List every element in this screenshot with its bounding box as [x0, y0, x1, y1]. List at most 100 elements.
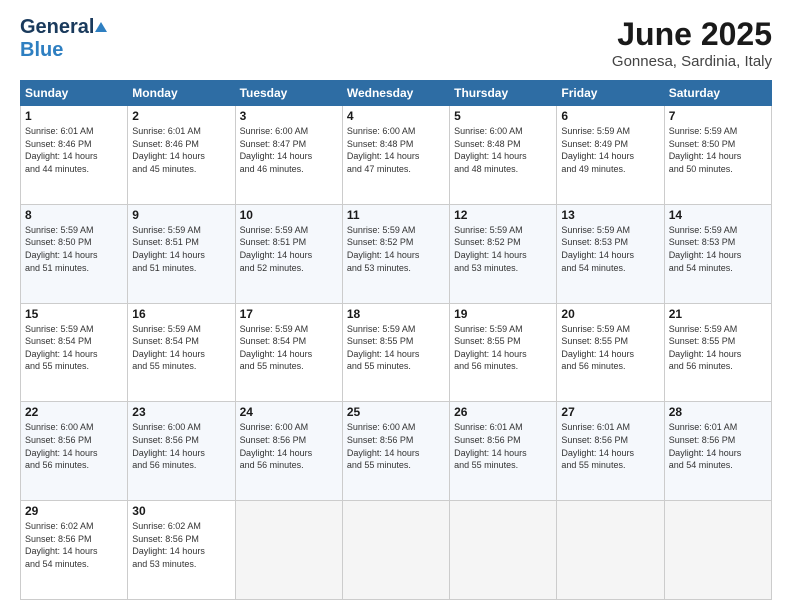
day-info: Sunrise: 6:02 AM Sunset: 8:56 PM Dayligh… [25, 520, 123, 570]
day-number: 11 [347, 208, 445, 222]
day-info: Sunrise: 6:01 AM Sunset: 8:56 PM Dayligh… [669, 421, 767, 471]
calendar-cell: 9 Sunrise: 5:59 AM Sunset: 8:51 PM Daylig… [128, 204, 235, 303]
calendar-cell: 5 Sunrise: 6:00 AM Sunset: 8:48 PM Daylig… [450, 106, 557, 205]
calendar-cell: 19 Sunrise: 5:59 AM Sunset: 8:55 PM Dayli… [450, 303, 557, 402]
day-number: 19 [454, 307, 552, 321]
calendar-table: SundayMondayTuesdayWednesdayThursdayFrid… [20, 80, 772, 600]
day-number: 27 [561, 405, 659, 419]
calendar-week-row: 22 Sunrise: 6:00 AM Sunset: 8:56 PM Dayli… [21, 402, 772, 501]
day-info: Sunrise: 5:59 AM Sunset: 8:54 PM Dayligh… [240, 323, 338, 373]
day-number: 1 [25, 109, 123, 123]
calendar-header-thursday: Thursday [450, 81, 557, 106]
day-number: 30 [132, 504, 230, 518]
day-info: Sunrise: 5:59 AM Sunset: 8:50 PM Dayligh… [669, 125, 767, 175]
day-info: Sunrise: 6:01 AM Sunset: 8:46 PM Dayligh… [132, 125, 230, 175]
calendar-cell: 23 Sunrise: 6:00 AM Sunset: 8:56 PM Dayli… [128, 402, 235, 501]
calendar-cell: 27 Sunrise: 6:01 AM Sunset: 8:56 PM Dayli… [557, 402, 664, 501]
day-number: 22 [25, 405, 123, 419]
calendar-cell: 18 Sunrise: 5:59 AM Sunset: 8:55 PM Dayli… [342, 303, 449, 402]
day-number: 13 [561, 208, 659, 222]
calendar-cell: 11 Sunrise: 5:59 AM Sunset: 8:52 PM Dayli… [342, 204, 449, 303]
day-number: 21 [669, 307, 767, 321]
calendar-header-tuesday: Tuesday [235, 81, 342, 106]
day-number: 12 [454, 208, 552, 222]
calendar-cell: 28 Sunrise: 6:01 AM Sunset: 8:56 PM Dayli… [664, 402, 771, 501]
logo-triangle-icon [95, 22, 107, 32]
title-area: June 2025 Gonnesa, Sardinia, Italy [612, 16, 772, 70]
day-info: Sunrise: 6:00 AM Sunset: 8:56 PM Dayligh… [25, 421, 123, 471]
day-info: Sunrise: 5:59 AM Sunset: 8:54 PM Dayligh… [25, 323, 123, 373]
day-info: Sunrise: 5:59 AM Sunset: 8:52 PM Dayligh… [347, 224, 445, 274]
calendar-cell: 3 Sunrise: 6:00 AM Sunset: 8:47 PM Daylig… [235, 106, 342, 205]
day-number: 10 [240, 208, 338, 222]
calendar-cell: 30Sunrise: 6:02 AM Sunset: 8:56 PM Dayli… [128, 501, 235, 600]
day-info: Sunrise: 5:59 AM Sunset: 8:55 PM Dayligh… [454, 323, 552, 373]
day-number: 9 [132, 208, 230, 222]
header: General Blue June 2025 Gonnesa, Sardinia… [20, 16, 772, 70]
logo: General Blue [20, 16, 107, 62]
calendar-cell: 26Sunrise: 6:01 AM Sunset: 8:56 PM Dayli… [450, 402, 557, 501]
day-info: Sunrise: 5:59 AM Sunset: 8:51 PM Dayligh… [132, 224, 230, 274]
day-info: Sunrise: 5:59 AM Sunset: 8:55 PM Dayligh… [669, 323, 767, 373]
main-title: June 2025 [612, 16, 772, 53]
day-number: 28 [669, 405, 767, 419]
calendar-cell [664, 501, 771, 600]
day-info: Sunrise: 5:59 AM Sunset: 8:55 PM Dayligh… [347, 323, 445, 373]
calendar-cell: 25Sunrise: 6:00 AM Sunset: 8:56 PM Dayli… [342, 402, 449, 501]
calendar-cell: 2 Sunrise: 6:01 AM Sunset: 8:46 PM Daylig… [128, 106, 235, 205]
day-info: Sunrise: 5:59 AM Sunset: 8:53 PM Dayligh… [561, 224, 659, 274]
calendar-header-saturday: Saturday [664, 81, 771, 106]
calendar-cell [557, 501, 664, 600]
day-info: Sunrise: 5:59 AM Sunset: 8:54 PM Dayligh… [132, 323, 230, 373]
calendar-cell: 6 Sunrise: 5:59 AM Sunset: 8:49 PM Daylig… [557, 106, 664, 205]
day-info: Sunrise: 6:00 AM Sunset: 8:56 PM Dayligh… [347, 421, 445, 471]
logo-general: General [20, 16, 94, 39]
day-number: 15 [25, 307, 123, 321]
day-number: 3 [240, 109, 338, 123]
calendar-cell: 20Sunrise: 5:59 AM Sunset: 8:55 PM Dayli… [557, 303, 664, 402]
calendar-week-row: 15 Sunrise: 5:59 AM Sunset: 8:54 PM Dayli… [21, 303, 772, 402]
day-number: 7 [669, 109, 767, 123]
calendar-cell: 10 Sunrise: 5:59 AM Sunset: 8:51 PM Dayli… [235, 204, 342, 303]
calendar-header-friday: Friday [557, 81, 664, 106]
day-number: 29 [25, 504, 123, 518]
calendar-cell: 1 Sunrise: 6:01 AM Sunset: 8:46 PM Daylig… [21, 106, 128, 205]
day-number: 4 [347, 109, 445, 123]
day-number: 17 [240, 307, 338, 321]
day-number: 20 [561, 307, 659, 321]
day-number: 2 [132, 109, 230, 123]
day-number: 24 [240, 405, 338, 419]
day-info: Sunrise: 6:01 AM Sunset: 8:56 PM Dayligh… [561, 421, 659, 471]
day-info: Sunrise: 5:59 AM Sunset: 8:49 PM Dayligh… [561, 125, 659, 175]
day-info: Sunrise: 6:00 AM Sunset: 8:56 PM Dayligh… [240, 421, 338, 471]
day-info: Sunrise: 5:59 AM Sunset: 8:50 PM Dayligh… [25, 224, 123, 274]
day-info: Sunrise: 6:00 AM Sunset: 8:56 PM Dayligh… [132, 421, 230, 471]
day-info: Sunrise: 6:00 AM Sunset: 8:48 PM Dayligh… [454, 125, 552, 175]
day-number: 5 [454, 109, 552, 123]
calendar-header-monday: Monday [128, 81, 235, 106]
calendar-cell [342, 501, 449, 600]
calendar-header-wednesday: Wednesday [342, 81, 449, 106]
calendar-cell: 16Sunrise: 5:59 AM Sunset: 8:54 PM Dayli… [128, 303, 235, 402]
calendar-cell: 15 Sunrise: 5:59 AM Sunset: 8:54 PM Dayli… [21, 303, 128, 402]
calendar-cell: 13 Sunrise: 5:59 AM Sunset: 8:53 PM Dayli… [557, 204, 664, 303]
day-number: 26 [454, 405, 552, 419]
day-number: 18 [347, 307, 445, 321]
calendar-week-row: 8 Sunrise: 5:59 AM Sunset: 8:50 PM Daylig… [21, 204, 772, 303]
logo-blue: Blue [20, 39, 63, 62]
day-info: Sunrise: 5:59 AM Sunset: 8:52 PM Dayligh… [454, 224, 552, 274]
calendar-week-row: 29 Sunrise: 6:02 AM Sunset: 8:56 PM Dayli… [21, 501, 772, 600]
day-info: Sunrise: 6:00 AM Sunset: 8:47 PM Dayligh… [240, 125, 338, 175]
day-info: Sunrise: 6:01 AM Sunset: 8:46 PM Dayligh… [25, 125, 123, 175]
day-number: 6 [561, 109, 659, 123]
day-number: 23 [132, 405, 230, 419]
calendar-cell: 29 Sunrise: 6:02 AM Sunset: 8:56 PM Dayli… [21, 501, 128, 600]
calendar-cell: 24 Sunrise: 6:00 AM Sunset: 8:56 PM Dayli… [235, 402, 342, 501]
day-info: Sunrise: 6:00 AM Sunset: 8:48 PM Dayligh… [347, 125, 445, 175]
page: General Blue June 2025 Gonnesa, Sardinia… [0, 0, 792, 612]
calendar-cell: 21 Sunrise: 5:59 AM Sunset: 8:55 PM Dayli… [664, 303, 771, 402]
day-info: Sunrise: 5:59 AM Sunset: 8:51 PM Dayligh… [240, 224, 338, 274]
calendar-header-sunday: Sunday [21, 81, 128, 106]
day-number: 8 [25, 208, 123, 222]
calendar-cell [450, 501, 557, 600]
